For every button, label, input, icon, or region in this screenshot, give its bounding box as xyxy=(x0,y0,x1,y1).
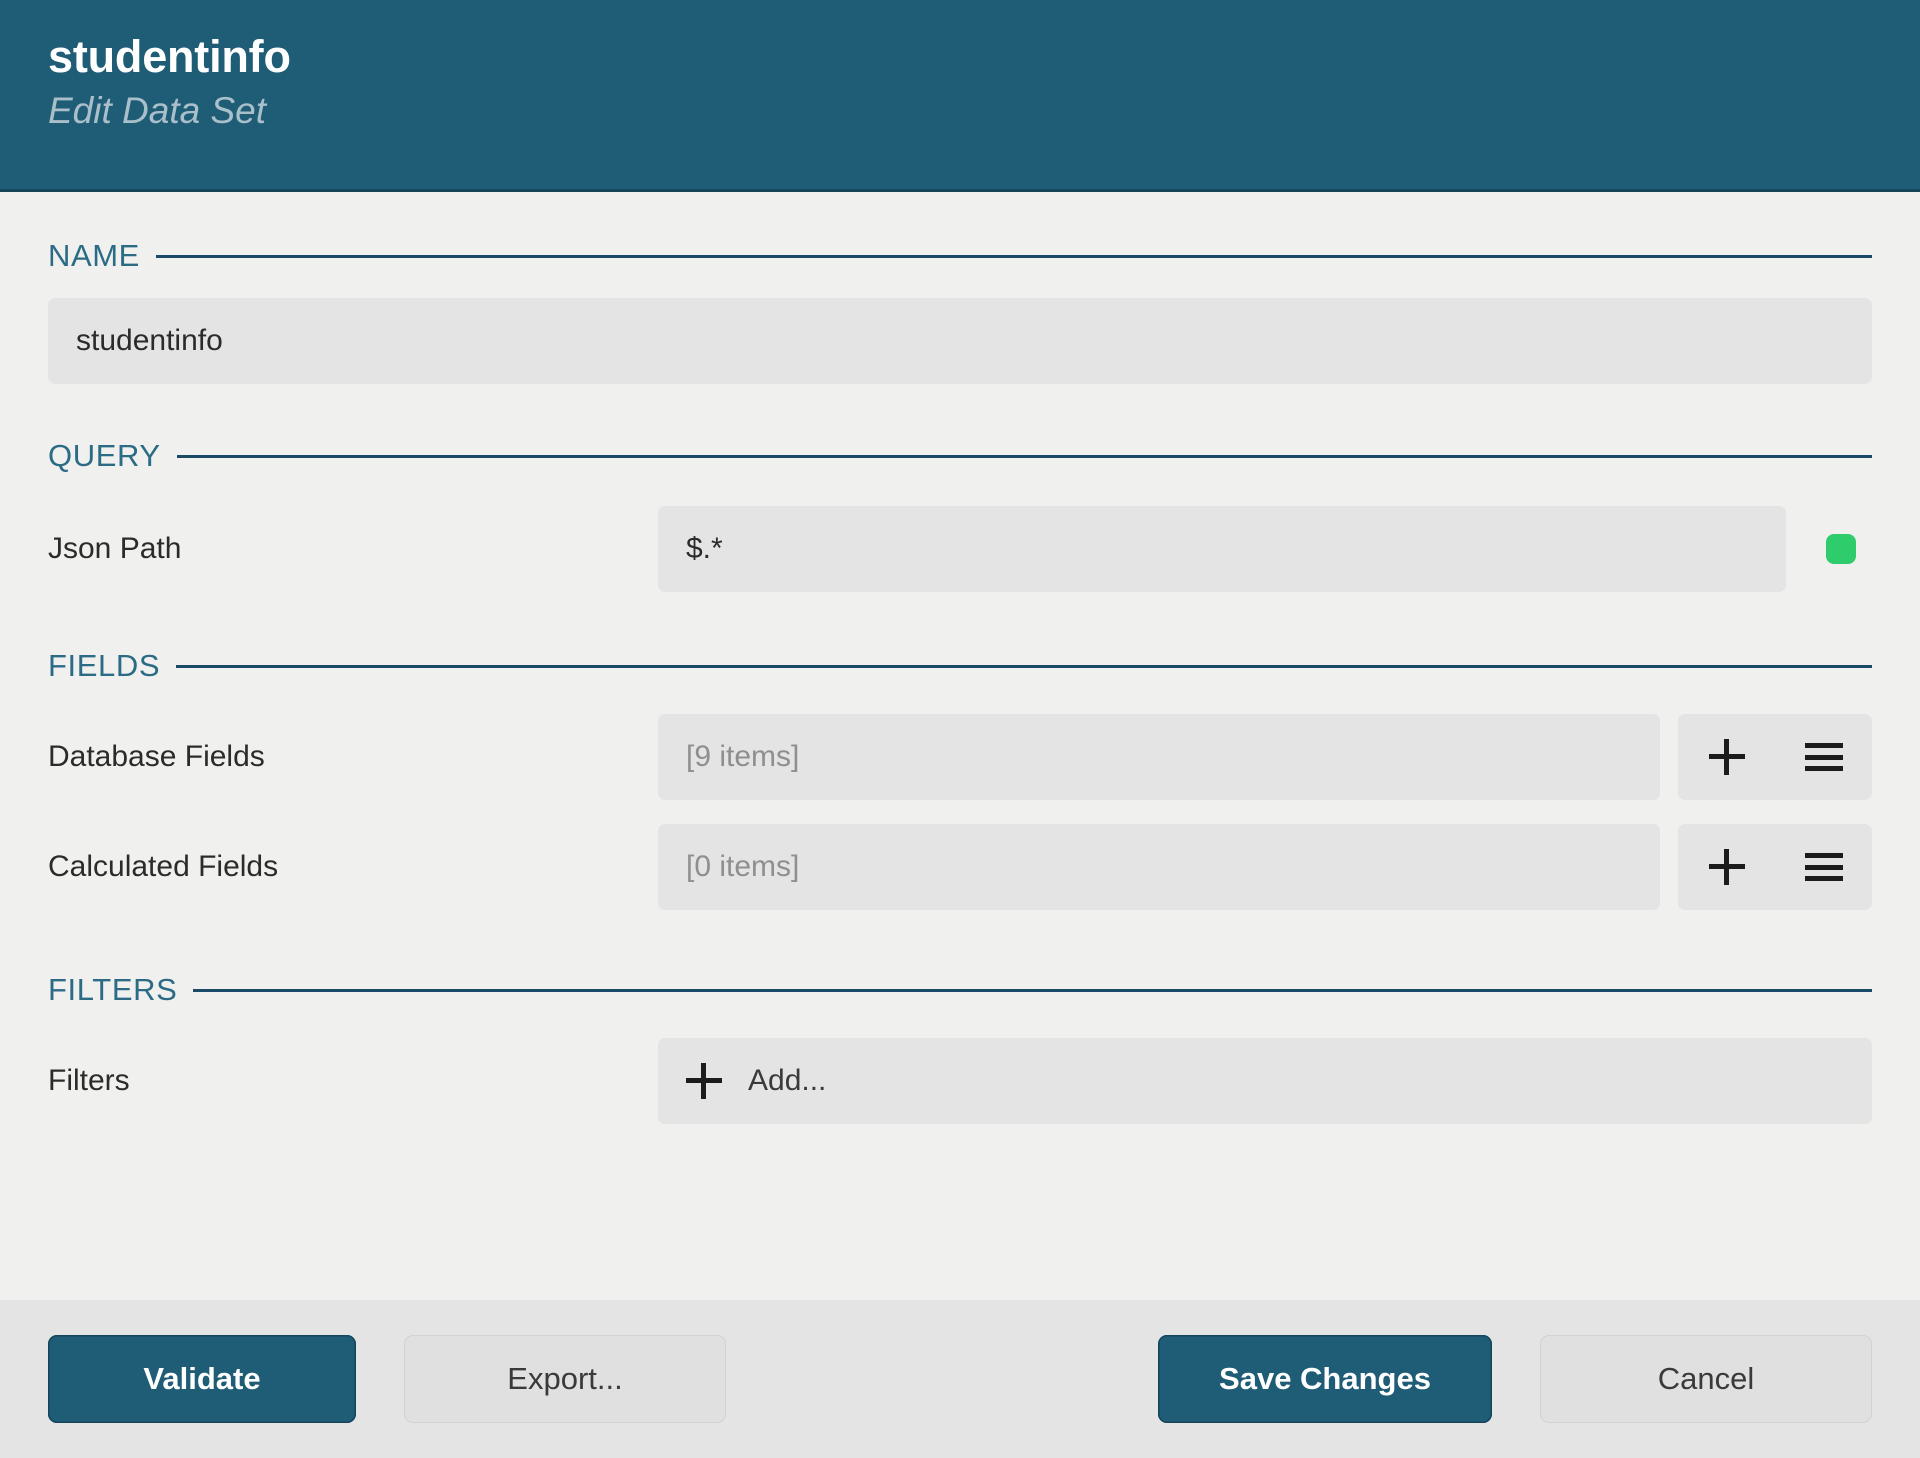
add-filter-button[interactable]: Add... xyxy=(658,1038,1872,1124)
dialog-body: NAME studentinfo QUERY Json Path $.* FIE… xyxy=(0,192,1920,1300)
filters-section: FILTERS Filters Add... xyxy=(48,970,1872,1124)
hamburger-icon xyxy=(1804,853,1843,881)
calculated-fields-input[interactable]: [0 items] xyxy=(658,824,1660,910)
edit-data-set-dialog: studentinfo Edit Data Set NAME studentin… xyxy=(0,0,1920,1458)
json-path-input[interactable]: $.* xyxy=(658,506,1786,592)
database-fields-label: Database Fields xyxy=(48,740,265,773)
calculated-fields-row: Calculated Fields [0 items] xyxy=(48,824,1872,910)
cancel-button[interactable]: Cancel xyxy=(1540,1335,1872,1423)
database-fields-input[interactable]: [9 items] xyxy=(658,714,1660,800)
calculated-fields-add-button[interactable] xyxy=(1682,824,1772,910)
json-path-row: Json Path $.* xyxy=(48,506,1872,592)
filters-section-label: FILTERS xyxy=(48,972,178,1007)
database-fields-actions xyxy=(1678,714,1872,800)
fields-section-label: FIELDS xyxy=(48,648,161,683)
name-section: NAME studentinfo xyxy=(48,236,1872,384)
dialog-footer: Validate Export... Save Changes Cancel xyxy=(0,1300,1920,1458)
plus-icon xyxy=(1708,739,1745,775)
json-path-label: Json Path xyxy=(48,532,182,565)
query-section: QUERY Json Path $.* xyxy=(48,436,1872,592)
page-subtitle: Edit Data Set xyxy=(48,90,267,132)
add-filter-label: Add... xyxy=(748,1064,827,1097)
calculated-fields-label: Calculated Fields xyxy=(48,850,279,883)
query-status-indicator-icon xyxy=(1826,534,1856,564)
fields-section: FIELDS Database Fields [9 items] Calcula… xyxy=(48,646,1872,910)
fields-section-header: FIELDS xyxy=(48,646,1872,686)
filters-row: Filters Add... xyxy=(48,1038,1872,1124)
database-fields-add-button[interactable] xyxy=(1682,714,1772,800)
query-section-label: QUERY xyxy=(48,438,161,473)
section-divider xyxy=(176,664,1872,668)
export-button[interactable]: Export... xyxy=(404,1335,726,1423)
plus-icon xyxy=(1708,849,1745,885)
section-divider xyxy=(176,454,1872,458)
name-section-header: NAME xyxy=(48,236,1872,276)
page-title: studentinfo xyxy=(48,31,291,82)
dialog-header: studentinfo Edit Data Set xyxy=(0,0,1920,192)
name-input[interactable]: studentinfo xyxy=(48,298,1872,384)
section-divider xyxy=(155,254,1872,258)
section-divider xyxy=(193,988,1872,992)
calculated-fields-actions xyxy=(1678,824,1872,910)
database-fields-row: Database Fields [9 items] xyxy=(48,714,1872,800)
calculated-fields-menu-button[interactable] xyxy=(1779,824,1869,910)
database-fields-menu-button[interactable] xyxy=(1779,714,1869,800)
validate-button[interactable]: Validate xyxy=(48,1335,356,1423)
filters-section-header: FILTERS xyxy=(48,970,1872,1010)
query-section-header: QUERY xyxy=(48,436,1872,476)
save-changes-button[interactable]: Save Changes xyxy=(1158,1335,1492,1423)
plus-icon xyxy=(686,1063,722,1099)
hamburger-icon xyxy=(1804,743,1843,771)
name-section-label: NAME xyxy=(48,238,140,273)
filters-label: Filters xyxy=(48,1064,130,1097)
